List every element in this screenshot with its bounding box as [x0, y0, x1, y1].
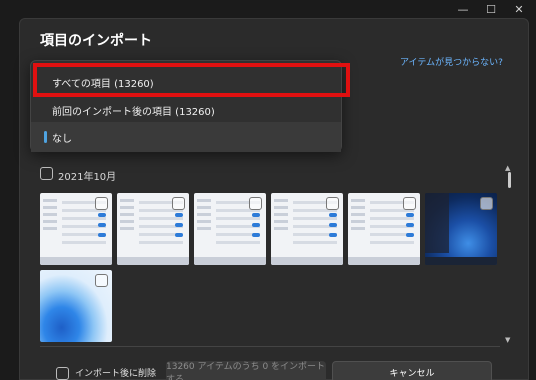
photo-thumbnail[interactable] — [194, 193, 266, 265]
dropdown-item-none[interactable]: なし — [31, 122, 341, 152]
thumbnail-checkbox[interactable] — [480, 197, 493, 210]
maximize-icon[interactable]: ☐ — [477, 0, 505, 18]
annotation-highlight-box — [33, 63, 350, 97]
photo-thumbnail[interactable] — [425, 193, 497, 265]
photo-thumbnail[interactable] — [40, 193, 112, 265]
photo-thumbnail[interactable] — [40, 270, 112, 342]
delete-after-import-checkbox[interactable] — [56, 367, 69, 380]
photo-thumbnail[interactable] — [348, 193, 420, 265]
selected-indicator — [44, 131, 47, 143]
thumbnail-checkbox[interactable] — [95, 274, 108, 287]
scrollbar-thumb[interactable] — [508, 172, 511, 188]
import-button[interactable]: 13260 アイテムのうち 0 をインポートする — [166, 361, 326, 380]
thumbnail-checkbox[interactable] — [172, 197, 185, 210]
delete-after-import-label: インポート後に削除 — [75, 369, 157, 379]
thumbnail-checkbox[interactable] — [249, 197, 262, 210]
thumbnail-checkbox[interactable] — [326, 197, 339, 210]
thumbnail-checkbox[interactable] — [95, 197, 108, 210]
group-checkbox[interactable] — [40, 167, 53, 180]
footer-divider — [40, 346, 500, 347]
photo-thumbnail[interactable] — [117, 193, 189, 265]
scroll-down-icon[interactable]: ▼ — [505, 336, 510, 344]
close-icon[interactable]: ✕ — [505, 0, 533, 18]
group-date-label: 2021年10月 — [58, 172, 117, 183]
minimize-icon[interactable]: — — [449, 0, 477, 18]
help-link[interactable]: アイテムが見つからない? — [400, 55, 503, 68]
photo-thumbnail[interactable] — [271, 193, 343, 265]
cancel-button[interactable]: キャンセル — [332, 361, 492, 380]
dropdown-item-since-last[interactable]: 前回のインポート後の項目 (13260) — [31, 95, 341, 125]
dropdown-item-label: 前回のインポート後の項目 (13260) — [52, 106, 215, 118]
dropdown-item-label: なし — [52, 133, 72, 145]
scroll-up-icon[interactable]: ▲ — [505, 164, 510, 172]
thumbnail-checkbox[interactable] — [403, 197, 416, 210]
dialog-title: 項目のインポート — [40, 33, 152, 49]
